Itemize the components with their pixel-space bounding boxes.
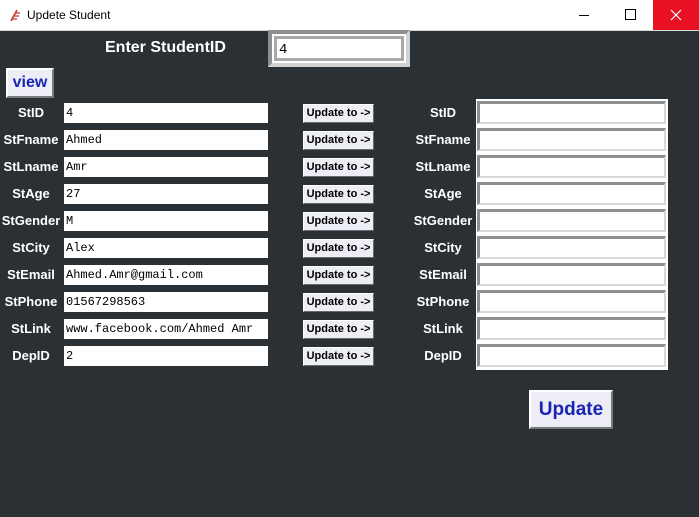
field-row-stgender: StGender M Update to -> StGender: [0, 209, 699, 232]
current-label: StEmail: [7, 267, 55, 282]
update-to-button[interactable]: Update to ->: [303, 212, 374, 231]
update-button[interactable]: Update: [529, 390, 613, 429]
current-value-field[interactable]: M: [64, 211, 268, 231]
current-value-field[interactable]: Ahmed.Amr@gmail.com: [64, 265, 268, 285]
current-value-field[interactable]: 4: [64, 103, 268, 123]
update-to-button[interactable]: Update to ->: [303, 320, 374, 339]
new-value-field[interactable]: [477, 263, 666, 286]
update-to-button[interactable]: Update to ->: [303, 266, 374, 285]
field-row-stphone: StPhone 01567298563 Update to -> StPhone: [0, 290, 699, 313]
new-value-field[interactable]: [477, 236, 666, 259]
current-value-field[interactable]: Ahmed: [64, 130, 268, 150]
minimize-icon: [579, 15, 589, 16]
close-icon: [670, 9, 682, 21]
current-label: StID: [18, 105, 44, 120]
feather-app-icon: [10, 9, 20, 22]
current-label: StGender: [1, 213, 61, 228]
field-row-depid: DepID 2 Update to -> DepID: [0, 344, 699, 367]
new-label: StGender: [413, 213, 473, 228]
field-row-stid: StID 4 Update to -> StID: [0, 101, 699, 124]
field-row-stlname: StLname Amr Update to -> StLname: [0, 155, 699, 178]
minimize-button[interactable]: [561, 0, 607, 30]
field-row-stfname: StFname Ahmed Update to -> StFname: [0, 128, 699, 151]
new-label: StEmail: [419, 267, 467, 282]
student-id-label: Enter StudentID: [105, 39, 226, 56]
new-label: StLname: [415, 159, 471, 174]
current-label: StCity: [12, 240, 50, 255]
update-to-button[interactable]: Update to ->: [303, 347, 374, 366]
maximize-icon: [625, 9, 636, 20]
maximize-button[interactable]: [607, 0, 653, 30]
new-label: StLink: [423, 321, 463, 336]
update-to-button[interactable]: Update to ->: [303, 104, 374, 123]
close-button[interactable]: [653, 0, 699, 30]
new-label: StID: [430, 105, 456, 120]
update-to-button[interactable]: Update to ->: [303, 185, 374, 204]
field-row-stlink: StLink www.facebook.com/Ahmed Amr Update…: [0, 317, 699, 340]
title-bar[interactable]: Updete Student: [0, 0, 699, 31]
update-to-button[interactable]: Update to ->: [303, 158, 374, 177]
new-value-field[interactable]: [477, 317, 666, 340]
current-value-field[interactable]: www.facebook.com/Ahmed Amr: [64, 319, 268, 339]
update-to-button[interactable]: Update to ->: [303, 131, 374, 150]
current-label: StLink: [11, 321, 51, 336]
update-to-button[interactable]: Update to ->: [303, 293, 374, 312]
current-value-field[interactable]: 01567298563: [64, 292, 268, 312]
new-value-field[interactable]: [477, 344, 666, 367]
new-label: StAge: [424, 186, 462, 201]
new-value-field[interactable]: [477, 128, 666, 151]
new-value-field[interactable]: [477, 182, 666, 205]
current-value-field[interactable]: 2: [64, 346, 268, 366]
current-value-field[interactable]: 27: [64, 184, 268, 204]
current-label: StFname: [3, 132, 59, 147]
new-value-field[interactable]: [477, 290, 666, 313]
current-label: StPhone: [4, 294, 58, 309]
update-to-button[interactable]: Update to ->: [303, 239, 374, 258]
student-id-input-frame[interactable]: 4: [268, 30, 410, 67]
new-label: StPhone: [416, 294, 470, 309]
current-label: DepID: [12, 348, 50, 363]
window-title: Updete Student: [27, 8, 111, 22]
new-value-field[interactable]: [477, 155, 666, 178]
student-id-input[interactable]: 4: [274, 36, 404, 61]
field-row-stage: StAge 27 Update to -> StAge: [0, 182, 699, 205]
current-value-field[interactable]: Amr: [64, 157, 268, 177]
field-row-stemail: StEmail Ahmed.Amr@gmail.com Update to ->…: [0, 263, 699, 286]
view-button[interactable]: view: [6, 68, 54, 98]
current-label: StAge: [12, 186, 50, 201]
current-value-field[interactable]: Alex: [64, 238, 268, 258]
new-value-field[interactable]: [477, 209, 666, 232]
current-label: StLname: [3, 159, 59, 174]
new-label: StFname: [415, 132, 471, 147]
new-label: DepID: [424, 348, 462, 363]
new-label: StCity: [424, 240, 462, 255]
field-row-stcity: StCity Alex Update to -> StCity: [0, 236, 699, 259]
new-value-field[interactable]: [477, 101, 666, 124]
